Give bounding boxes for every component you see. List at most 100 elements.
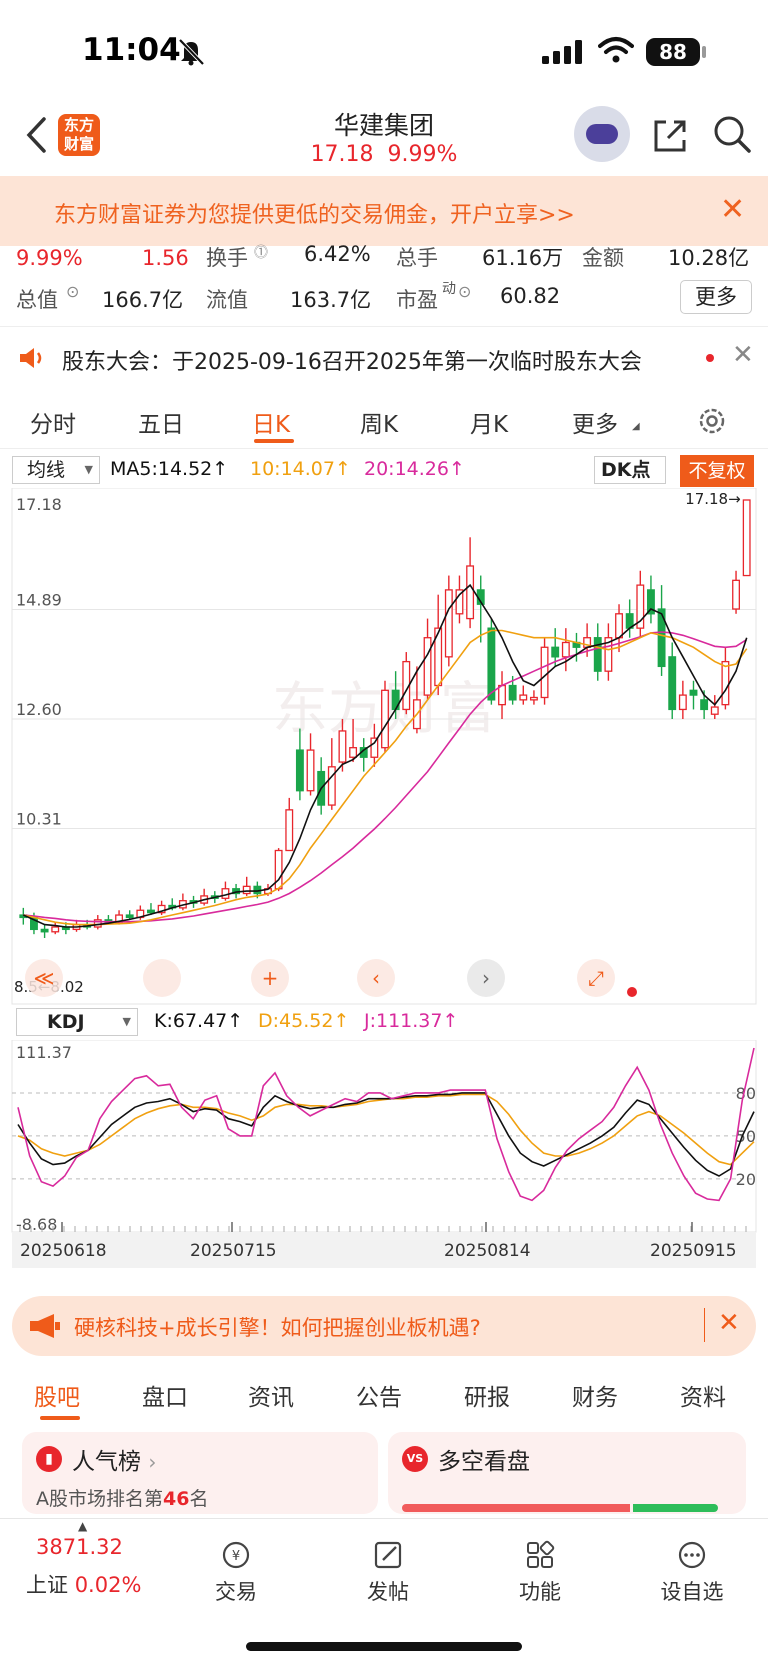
stat-label-pe: 市盈 [396, 288, 438, 312]
kdj-d-label: D:45.52↑ [258, 1010, 350, 1032]
y-tick-label: 10.31 [16, 810, 62, 829]
time-axis-band [12, 1232, 756, 1268]
x-date-label: 20250618 [20, 1241, 107, 1261]
tab-announcements[interactable]: 公告 [356, 1378, 402, 1412]
ma10-line [23, 629, 748, 926]
kdj-j-label: J:111.37↑ [364, 1010, 459, 1032]
function-button[interactable]: 功能 [500, 1539, 580, 1606]
tab-news[interactable]: 资讯 [248, 1378, 294, 1412]
stat-label-float-value: 流值 [206, 288, 248, 312]
tab-five-day[interactable]: 五日 [138, 405, 184, 439]
stat-float-value: 163.7亿 [290, 288, 372, 312]
candle-body [444, 589, 453, 658]
index-value[interactable]: 3871.32 [36, 1535, 123, 1559]
chevron-right-icon: › [148, 1450, 157, 1474]
chevron-down-icon: ▼ [122, 1015, 131, 1028]
y-tick-label: 12.60 [16, 700, 62, 719]
rank-chart-icon: ▮ [36, 1446, 62, 1472]
tab-monthly-k[interactable]: 月K [470, 405, 508, 439]
tab-guba[interactable]: 股吧 [34, 1378, 80, 1412]
candle-body [732, 579, 740, 610]
unread-dot [627, 987, 637, 997]
candle-body [338, 730, 347, 763]
chart-control-icon: ≪ [34, 966, 55, 990]
bull-ratio-bar [402, 1504, 630, 1512]
close-icon[interactable]: ✕ [732, 340, 754, 370]
active-tab-indicator [254, 439, 294, 443]
stat-turnover: 6.42% [304, 242, 371, 266]
promo-banner-2[interactable]: 硬核科技+成长引擎！如何把握创业板机遇? ✕ [12, 1296, 756, 1356]
stat-label-turnover: 换手 [206, 246, 248, 270]
candle-body [700, 699, 709, 711]
kdj-right-tick: 20 [736, 1170, 756, 1189]
stock-price: 17.18 [310, 142, 374, 167]
status-bar: 11:04 88 [0, 0, 768, 100]
wifi-icon [598, 37, 634, 63]
y-tick-label: 17.18 [16, 495, 62, 514]
bull-bear-card[interactable]: VS 多空看盘 [388, 1432, 746, 1514]
tab-finance[interactable]: 财务 [572, 1378, 618, 1412]
indicator-select-kdj[interactable]: KDJ ▼ [16, 1008, 138, 1036]
x-date-label: 20250715 [190, 1241, 277, 1261]
battery-tip [702, 46, 706, 58]
promo-banner[interactable]: 东方财富证券为您提供更低的交易佣金，开户立享>> ✕ [0, 176, 768, 246]
add-watchlist-button[interactable]: 设自选 [652, 1539, 732, 1606]
candle-body [221, 888, 230, 899]
candle-body [242, 885, 251, 895]
candle-body [40, 928, 49, 933]
kdj-bottom-tick: -8.68 [16, 1215, 57, 1234]
indicator-select-ma[interactable]: 均线 ▼ [12, 456, 100, 484]
candle-body [295, 749, 304, 792]
candle-body [381, 689, 389, 749]
info-icon[interactable]: ⊙ [66, 282, 79, 301]
notice-bar[interactable]: 股东大会：于2025-09-16召开2025年第一次临时股东大会 ✕ [0, 328, 768, 388]
popularity-rank-text: A股市场排名第46名 [36, 1488, 209, 1510]
adjust-button[interactable]: 不复权 [680, 455, 754, 487]
close-icon[interactable]: ✕ [720, 192, 745, 227]
stat-label-volume: 总手 [396, 246, 438, 270]
tab-daily-k[interactable]: 日K [252, 405, 290, 439]
popularity-card[interactable]: ▮ 人气榜 › A股市场排名第46名 [22, 1432, 378, 1514]
bear-ratio-bar [633, 1504, 718, 1512]
tab-more[interactable]: 更多 [572, 405, 618, 439]
candle-body [498, 684, 506, 706]
candlestick-chart[interactable]: 东方财富17.1814.8912.6010.3117.18→8.5←8.02≪+… [0, 488, 768, 1008]
tab-profile[interactable]: 资料 [680, 1378, 726, 1412]
close-icon[interactable]: ✕ [718, 1308, 740, 1338]
megaphone-icon [30, 1314, 60, 1338]
info-icon[interactable]: ⊙ [458, 282, 471, 301]
tab-pankou[interactable]: 盘口 [142, 1378, 188, 1412]
more-stats-button[interactable]: 更多 [680, 280, 752, 314]
stat-change-amt: 1.56 [142, 246, 189, 270]
chart-control-icon: ⤢ [588, 966, 604, 990]
stat-label-total-value: 总值 [16, 288, 58, 312]
stat-pe: 60.82 [500, 284, 561, 308]
post-button[interactable]: 发帖 [348, 1539, 428, 1606]
tab-weekly-k[interactable]: 周K [360, 405, 398, 439]
candle-body [668, 656, 677, 711]
ma20-line [23, 631, 748, 923]
tab-research[interactable]: 研报 [464, 1378, 510, 1412]
active-tab-indicator [40, 1416, 80, 1420]
info-icon[interactable]: ⓵ [254, 242, 268, 262]
candle-body [466, 565, 475, 620]
candle-body [349, 747, 358, 758]
trade-button[interactable]: ¥ 交易 [196, 1539, 276, 1606]
candle-body [721, 660, 730, 706]
nav-bar: 东方财富 华建集团 17.18 9.99% [0, 100, 768, 176]
dk-point-button[interactable]: DK点 [594, 456, 666, 484]
kdj-d-line [17, 1093, 755, 1166]
index-name-line[interactable]: 上证 0.02% [26, 1569, 141, 1599]
divider [0, 326, 768, 327]
share-icon[interactable] [650, 116, 690, 156]
kdj-chart[interactable]: 805020111.37-8.6820250618 20250715 2025081… [0, 1040, 768, 1270]
popularity-title: 人气榜 › [72, 1449, 157, 1475]
tab-intraday[interactable]: 分时 [30, 405, 76, 439]
settings-gear-icon[interactable] [696, 405, 728, 437]
edit-icon [374, 1541, 402, 1569]
search-icon[interactable] [712, 114, 752, 154]
candle-body [540, 646, 549, 699]
bull-bear-title: 多空看盘 [438, 1449, 530, 1475]
x-date-label: 20250915 [650, 1241, 737, 1261]
battery-icon: 88 [646, 38, 700, 66]
